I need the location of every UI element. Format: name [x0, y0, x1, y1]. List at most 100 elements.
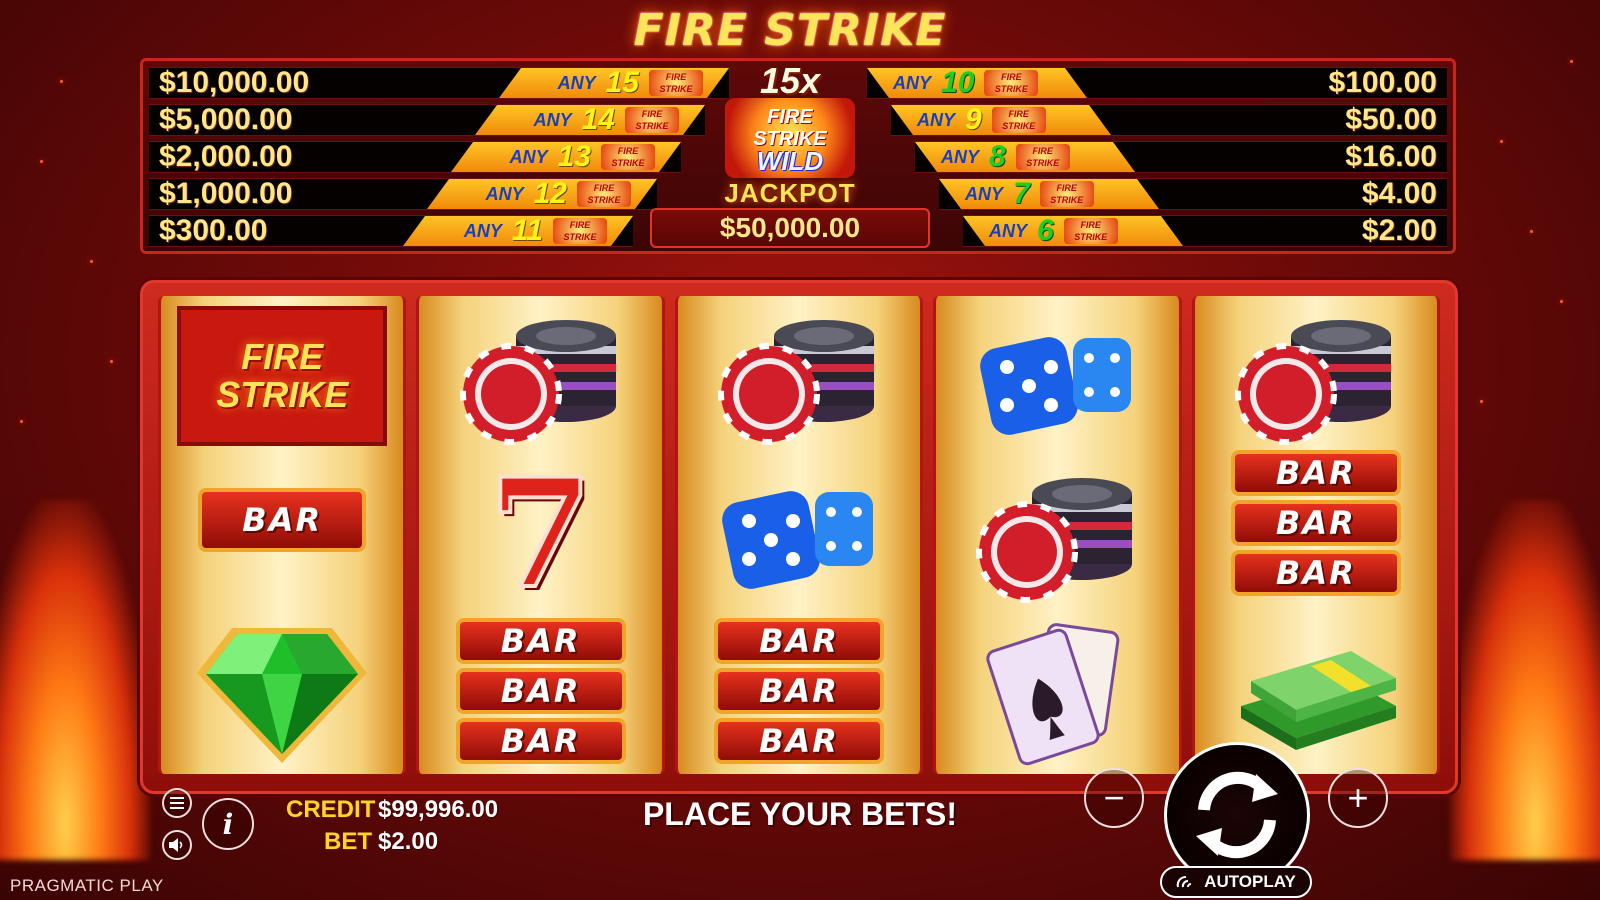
bar-plate: BAR: [1230, 450, 1401, 496]
payout-amount: $10,000.00: [159, 66, 310, 99]
blue-dice-symbol: [977, 322, 1137, 447]
menu-button[interactable]: [162, 788, 192, 818]
bar-plate: BAR: [455, 618, 626, 664]
payout-amount: $2,000.00: [159, 140, 293, 173]
bet-label: BET: [324, 828, 372, 855]
casino-chips-symbol: [972, 464, 1142, 609]
playing-cards-symbol: [982, 618, 1132, 773]
game-logo-text: FIRE STRIKE: [633, 4, 947, 56]
bar-plate: BAR: [455, 718, 626, 764]
casino-chips-icon: [1234, 320, 1391, 445]
any-label: ANY: [989, 220, 1028, 241]
fire-strike-mini-icon: FIRE STRIKE: [1016, 144, 1070, 170]
casino-chips-symbol: [456, 306, 626, 451]
reel-1: FIRE STRIKE BAR: [158, 296, 407, 774]
credit-label: CREDIT: [286, 796, 376, 823]
symbol-count: 7: [1013, 177, 1030, 210]
bar-plate: BAR: [1230, 500, 1401, 546]
symbol-count: 8: [989, 140, 1006, 173]
decrease-bet-button[interactable]: −: [1084, 768, 1144, 828]
green-diamond-icon: [197, 628, 368, 763]
triple-bar-symbol: BAR BAR BAR: [714, 618, 885, 764]
payout-amount: $1,000.00: [159, 177, 293, 210]
wild-logo-line1: FIRE: [767, 106, 813, 128]
menu-icon: [170, 797, 184, 809]
symbol-count: 6: [1037, 214, 1054, 247]
symbol-count: 9: [965, 103, 982, 136]
any-label: ANY: [557, 72, 596, 93]
increase-bet-button[interactable]: +: [1328, 768, 1388, 828]
autoplay-label: AUTOPLAY: [1204, 872, 1296, 891]
reels-area: FIRE STRIKE BAR 7 BAR BAR BAR BAR BAR BA…: [158, 296, 1441, 774]
red-seven-symbol: 7: [466, 457, 616, 611]
any-label: ANY: [509, 146, 548, 167]
fire-strike-mini-icon: FIRE STRIKE: [1040, 181, 1094, 207]
game-logo: FIRE STRIKE: [580, 2, 1000, 58]
any-label: ANY: [485, 183, 524, 204]
info-button[interactable]: i: [202, 798, 254, 850]
paytable-row: $2,000.00 ANY 13 FIRE STRIKE: [149, 140, 681, 173]
blue-dice-icon: [980, 337, 1132, 435]
paytable-row: ANY 10 FIRE STRIKE $100.00: [867, 66, 1447, 99]
payout-amount: $300.00: [159, 214, 268, 247]
control-bar: i CREDIT $99,996.00 BET $2.00 − +: [0, 768, 1600, 900]
paytable-row: ANY 7 FIRE STRIKE $4.00: [939, 177, 1447, 210]
bar-plate: BAR: [714, 668, 885, 714]
casino-chips-icon: [976, 478, 1133, 603]
jackpot-value: $50,000.00: [650, 208, 930, 248]
bar-plate: BAR: [198, 488, 367, 552]
payout-amount: $50.00: [1345, 103, 1437, 136]
any-label: ANY: [463, 220, 502, 241]
money-stack-symbol: [1231, 626, 1401, 761]
paytable-row: $5,000.00 ANY 14 FIRE STRIKE: [149, 103, 705, 136]
autoplay-icon: [1176, 876, 1192, 888]
any-label: ANY: [533, 109, 572, 130]
symbol-count: 13: [557, 140, 591, 173]
fire-strike-mini-icon: FIRE STRIKE: [577, 181, 631, 207]
blue-dice-symbol: [719, 476, 879, 601]
paytable-row: ANY 8 FIRE STRIKE $16.00: [915, 140, 1447, 173]
payout-amount: $5,000.00: [159, 103, 293, 136]
blue-dice-icon: [722, 491, 874, 589]
bar-plate: BAR: [455, 668, 626, 714]
any-label: ANY: [941, 146, 980, 167]
status-message: PLACE YOUR BETS!: [642, 796, 958, 832]
symbol-count: 12: [533, 177, 567, 210]
casino-chips-symbol: [714, 306, 884, 451]
bar-symbol: BAR: [198, 488, 367, 552]
triple-bar-symbol: BAR BAR BAR: [1230, 450, 1401, 596]
paytable-row: $1,000.00 ANY 12 FIRE STRIKE: [149, 177, 657, 210]
triple-bar-symbol: BAR BAR BAR: [455, 618, 626, 764]
wild-logo-line3: WILD: [756, 146, 824, 176]
payout-amount: $100.00: [1328, 66, 1437, 99]
speaker-icon: [169, 838, 183, 852]
money-stack-icon: [1240, 651, 1396, 750]
fire-strike-symbol: FIRE STRIKE: [177, 306, 388, 446]
jackpot-label: JACKPOT: [724, 178, 856, 208]
playing-cards-icon: [986, 623, 1120, 766]
symbol-count: 14: [581, 103, 615, 136]
payout-amount: $4.00: [1361, 177, 1437, 210]
casino-chips-icon: [718, 320, 875, 445]
jackpot-multiplier: 15x: [759, 60, 821, 101]
bet-value: $2.00: [378, 828, 439, 855]
jackpot-panel: 15x FIRE STRIKE WILD JACKPOT $50,000.00: [640, 58, 940, 254]
fire-strike-mini-icon: FIRE STRIKE: [1064, 218, 1118, 244]
spin-arrows-icon: [1196, 771, 1278, 859]
bar-plate: BAR: [714, 718, 885, 764]
autoplay-button[interactable]: AUTOPLAY: [1160, 866, 1312, 898]
reel-2: 7 BAR BAR BAR: [416, 296, 665, 774]
fire-strike-mini-icon: FIRE STRIKE: [984, 70, 1038, 96]
paytable-row: $300.00 ANY 11 FIRE STRIKE: [149, 214, 633, 247]
minus-icon: −: [1103, 777, 1125, 818]
reel-3: BAR BAR BAR: [674, 296, 924, 774]
payout-amount: $16.00: [1345, 140, 1437, 173]
symbol-count: 15: [605, 66, 639, 99]
any-label: ANY: [965, 183, 1004, 204]
green-diamond-symbol: [192, 618, 372, 773]
sound-button[interactable]: [162, 830, 192, 860]
info-icon: i: [222, 807, 234, 841]
reel-5: BAR BAR BAR: [1191, 296, 1441, 774]
fire-strike-mini-icon: FIRE STRIKE: [553, 218, 607, 244]
reel-4: [933, 296, 1182, 774]
